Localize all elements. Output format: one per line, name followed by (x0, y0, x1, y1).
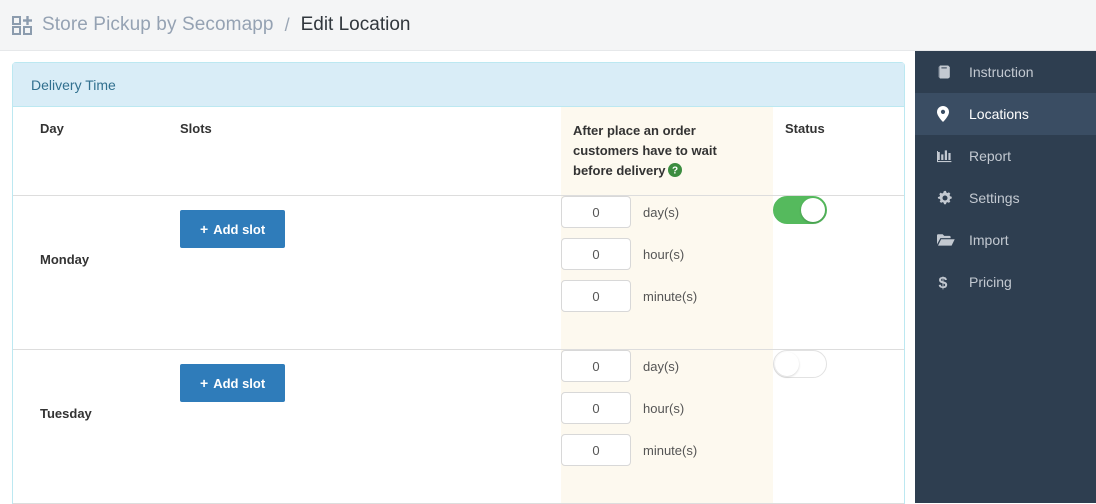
wait-minutes-input[interactable] (561, 434, 631, 466)
day-label: Monday (40, 252, 90, 267)
book-icon (937, 64, 955, 80)
wait-days-input[interactable] (561, 350, 631, 382)
breadcrumb-current-page: Edit Location (300, 14, 411, 35)
plus-icon: + (200, 375, 209, 391)
cell-day: Tuesday (13, 350, 147, 504)
column-header-wait-inner: After place an order customers have to w… (561, 107, 773, 195)
cell-slots: + Add slot (147, 196, 561, 350)
bar-chart-icon (937, 148, 955, 164)
cell-slots: + Add slot (147, 350, 561, 504)
app-window: Store Pickup by Secomapp / Edit Location… (0, 0, 1096, 504)
delivery-time-card-header: Delivery Time (13, 63, 904, 107)
column-header-slots: Slots (147, 107, 561, 196)
slots-cell-inner: + Add slot (147, 196, 561, 260)
delivery-time-table: Day Slots After place an order customers… (13, 107, 904, 504)
sidebar-item-report[interactable]: Report (915, 135, 1096, 177)
gear-icon (937, 190, 955, 206)
column-header-status: Status (773, 107, 904, 196)
wait-days-input[interactable] (561, 196, 631, 228)
wait-row-days: day(s) (561, 196, 773, 228)
grid-plus-icon (12, 15, 32, 35)
app-sidebar: Instruction Locations Report Settings Im… (915, 51, 1096, 503)
sidebar-item-label: Import (969, 232, 1009, 248)
column-header-wait: After place an order customers have to w… (561, 107, 773, 196)
delivery-time-card: Delivery Time Day Slots After place an o… (12, 62, 905, 504)
wait-row-minutes: minute(s) (561, 280, 773, 312)
status-toggle[interactable] (773, 196, 827, 224)
wait-days-unit: day(s) (643, 204, 680, 220)
plus-icon: + (200, 221, 209, 237)
dollar-icon: $ (937, 274, 955, 291)
map-marker-icon (937, 106, 955, 122)
table-row: Tuesday + Add slot 0 day(s) 0 hour(s) 0 … (13, 349, 904, 504)
slots-cell-inner: + Add slot (147, 350, 561, 414)
wait-hours-unit: hour(s) (643, 246, 685, 262)
sidebar-item-label: Report (969, 148, 1012, 164)
cell-status (773, 350, 904, 504)
table-row: Monday +Add slot d (13, 195, 904, 350)
table-header: Day Slots After place an order customers… (13, 107, 904, 196)
column-header-status-label: Status (785, 121, 825, 136)
svg-text:$: $ (939, 275, 948, 291)
cell-wait: day(s) hour(s) minute(s) (561, 195, 773, 350)
svg-text:?: ? (671, 166, 677, 177)
column-header-wait-label: After place an order customers have to w… (573, 123, 717, 178)
question-circle-icon[interactable]: ? (667, 163, 682, 183)
table-body: Monday +Add slot d (13, 195, 904, 504)
add-slot-label: Add slot (213, 221, 266, 237)
sidebar-item-instruction[interactable]: Instruction (915, 51, 1096, 93)
wait-row-minutes: minute(s) (561, 434, 773, 466)
column-header-day-label: Day (40, 121, 64, 136)
toggle-knob (801, 198, 825, 222)
add-slot-label: Add slot (213, 375, 266, 391)
breadcrumb-bar: Store Pickup by Secomapp / Edit Location (0, 0, 1096, 51)
folder-open-icon (937, 233, 955, 247)
status-toggle[interactable] (773, 350, 827, 378)
wait-minutes-unit: minute(s) (643, 288, 698, 304)
sidebar-item-settings[interactable]: Settings (915, 177, 1096, 219)
panel-title: Delivery Time (31, 76, 116, 93)
day-label: Tuesday (40, 406, 92, 421)
column-header-day: Day (13, 107, 147, 196)
toggle-knob (775, 352, 799, 376)
cell-wait: day(s) hour(s) minute(s) (561, 349, 773, 504)
column-header-slots-label: Slots (180, 121, 212, 136)
wait-minutes-input[interactable] (561, 280, 631, 312)
wait-row-hours: hour(s) (561, 392, 773, 424)
sidebar-item-label: Pricing (969, 274, 1012, 290)
sidebar-item-label: Instruction (969, 64, 1034, 80)
cell-day: Monday (13, 196, 147, 350)
sidebar-item-pricing[interactable]: $ Pricing (915, 261, 1096, 303)
wait-days-unit: day(s) (643, 358, 680, 374)
wait-row-days: day(s) (561, 350, 773, 382)
sidebar-item-label: Settings (969, 190, 1020, 206)
add-slot-button[interactable]: + Add slot (180, 210, 286, 248)
sidebar-item-label: Locations (969, 106, 1029, 122)
wait-row-hours: hour(s) (561, 238, 773, 270)
breadcrumb-separator: / (284, 14, 290, 35)
breadcrumb-app-link[interactable]: Store Pickup by Secomapp (42, 14, 274, 36)
sidebar-item-locations[interactable]: Locations (915, 93, 1096, 135)
wait-hours-unit: hour(s) (643, 400, 685, 416)
main-content: Delivery Time Day Slots After place an o… (0, 51, 915, 504)
wait-minutes-unit: minute(s) (643, 442, 698, 458)
cell-status (773, 196, 904, 350)
wait-hours-input[interactable] (561, 238, 631, 270)
wait-hours-input[interactable] (561, 392, 631, 424)
add-slot-button[interactable]: + Add slot (180, 364, 286, 402)
sidebar-item-import[interactable]: Import (915, 219, 1096, 261)
